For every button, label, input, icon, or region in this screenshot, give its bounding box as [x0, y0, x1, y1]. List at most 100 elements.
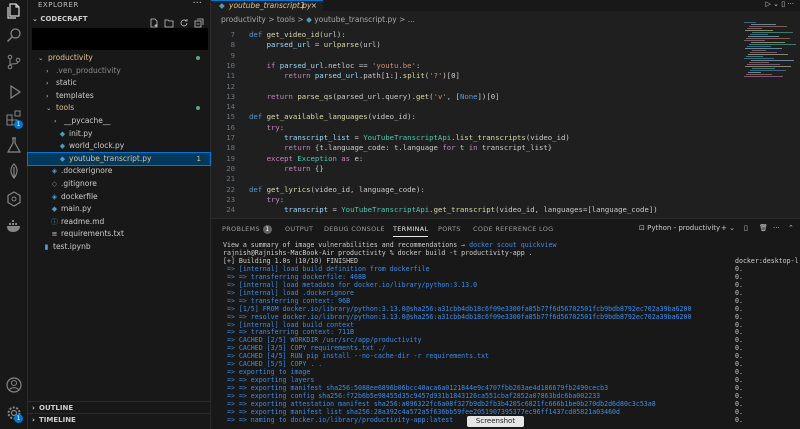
- minimap-line: [748, 72, 761, 73]
- code-token: {t.language_code: t.language: [314, 143, 443, 153]
- tree-file[interactable]: ⓘ readme.md: [28, 216, 210, 228]
- minimap-line: [748, 54, 788, 55]
- terminal-right-text: 0.: [735, 376, 743, 385]
- minimap[interactable]: [744, 22, 796, 82]
- terminal-right-text: 0.: [735, 407, 743, 416]
- workspace-name: CODECRAFT: [40, 15, 88, 23]
- tree-folder[interactable]: ⌄ tools: [28, 102, 210, 114]
- new-file-icon[interactable]: [149, 13, 159, 28]
- testing-flask-icon[interactable]: [6, 137, 22, 153]
- panel-tab[interactable]: TERMINAL: [393, 225, 429, 237]
- split-editor-icon[interactable]: ▯: [781, 0, 785, 8]
- terminal-output[interactable]: View a summary of image vulnerabilities …: [223, 241, 798, 426]
- panel-tab[interactable]: DEBUG CONSOLE: [324, 225, 385, 233]
- source-control-icon[interactable]: [6, 54, 22, 70]
- terminal-right-text: 0.: [735, 336, 743, 345]
- tree-item-label: .ven_productivity: [56, 65, 121, 75]
- new-folder-icon[interactable]: [164, 13, 174, 28]
- tree-file[interactable]: ◈ .dockerignore: [28, 165, 210, 177]
- trash-icon[interactable]: 🗑: [759, 224, 768, 232]
- account-icon[interactable]: [6, 377, 22, 393]
- split-terminal-icon[interactable]: ▯: [744, 224, 748, 232]
- terminal-link[interactable]: docker scout quickview: [469, 241, 556, 249]
- panel-tab[interactable]: PROBLEMS 1: [222, 225, 272, 234]
- python-file-icon: ◆: [219, 1, 225, 10]
- code-token: :: [279, 122, 285, 132]
- tree-file[interactable]: ◆ init.py: [28, 128, 210, 140]
- code-editor[interactable]: 7 def get_video_id(url): 8 parsed_url = ur…: [211, 30, 741, 218]
- terminal-selector[interactable]: ⊡ Python - productivity: [639, 224, 720, 232]
- docker-whale-icon[interactable]: [6, 218, 22, 234]
- editor-actions: ▷ ⌄ ▯ ···: [765, 0, 794, 8]
- timeline-label: TIMELINE: [39, 416, 76, 424]
- line-number: 9: [230, 50, 235, 60]
- tree-folder[interactable]: › __pycache__: [28, 115, 210, 127]
- breadcrumb-item[interactable]: productivity: [221, 15, 266, 24]
- code-token: 'v': [433, 91, 447, 101]
- terminal-text: => => exporting manifest sha256:5088ee68…: [223, 384, 609, 393]
- breadcrumb-item[interactable]: youtube_transcript.py: [314, 15, 396, 24]
- tree-folder[interactable]: › templates: [28, 90, 210, 102]
- tree-file[interactable]: ◈ dockerfile: [28, 191, 210, 203]
- tab-label: youtube_transcript.py: [229, 1, 312, 10]
- code-token: =: [350, 133, 364, 142]
- panel-tab[interactable]: OUTPUT: [285, 225, 313, 233]
- code-token: transcript_list}: [481, 143, 553, 153]
- tab-youtube-transcript[interactable]: ◆ youtube_transcript.py 1 ×: [211, 0, 323, 11]
- chevron-down-icon[interactable]: ⌄: [773, 0, 779, 8]
- tree-file[interactable]: ▮ test.ipynb: [28, 241, 210, 253]
- outline-section[interactable]: › OUTLINE: [28, 401, 210, 413]
- tree-file[interactable]: ≡ requirements.txt: [28, 228, 210, 240]
- terminal-text: => => naming to docker.io/library/produc…: [223, 415, 454, 424]
- panel-tab[interactable]: CODE REFERENCE LOG: [473, 225, 553, 233]
- new-terminal-icon[interactable]: + ⌄: [721, 224, 735, 232]
- run-debug-icon[interactable]: [6, 84, 22, 100]
- terminal-text: => => transferring context: 711B: [223, 328, 355, 337]
- tree-file[interactable]: ◆ youtube_transcript.py 1: [27, 151, 211, 166]
- panel-tab[interactable]: PORTS: [438, 225, 461, 233]
- explorer-files-icon[interactable]: [6, 3, 22, 19]
- chevron-up-icon[interactable]: ⌃: [788, 224, 794, 232]
- workspace-section-header[interactable]: ⌄ CODECRAFT: [32, 15, 88, 23]
- tree-file[interactable]: ◆ world_clock.py: [28, 140, 210, 152]
- terminal-line: => => exporting manifest list sha256:28a…: [223, 407, 743, 416]
- more-actions-icon[interactable]: ···: [787, 0, 794, 8]
- editor-tabbar: ◆ youtube_transcript.py 1 × ▷ ⌄ ▯ ···: [211, 0, 800, 11]
- timeline-section[interactable]: › TIMELINE: [28, 413, 210, 425]
- close-icon[interactable]: ×: [311, 1, 317, 10]
- terminal-text: => => exporting manifest list sha256:28a…: [223, 407, 620, 416]
- minimap-line: [744, 22, 756, 23]
- tree-item-label: requirements.txt: [61, 229, 124, 239]
- tree-folder[interactable]: ⌄ productivity: [28, 52, 210, 64]
- tree-file[interactable]: ◆ main.py: [28, 203, 210, 215]
- code-text: def get_video_id(url):: [249, 30, 346, 40]
- code-text: def get_available_languages(video_id):: [249, 112, 416, 122]
- panel-tab-label: OUTPUT: [285, 225, 314, 233]
- py-file-icon: ◆: [51, 205, 58, 214]
- tree-file[interactable]: ◇ .gitignore: [28, 178, 210, 190]
- breadcrumb-item[interactable]: tools: [277, 15, 295, 24]
- code-token: get: [415, 91, 430, 101]
- tree-folder[interactable]: › .ven_productivity: [28, 65, 210, 77]
- run-python-icon[interactable]: ▷: [765, 0, 770, 8]
- remote-explorer-icon[interactable]: [6, 191, 22, 207]
- leaf-icon[interactable]: [6, 163, 22, 179]
- code-token: return: [284, 143, 315, 153]
- more-actions-icon[interactable]: ···: [773, 224, 780, 232]
- more-actions-icon[interactable]: ···: [192, 0, 202, 9]
- breadcrumb-item[interactable]: ...: [408, 15, 415, 24]
- refresh-icon[interactable]: [179, 13, 189, 27]
- minimap-line: [750, 70, 786, 71]
- collapse-all-icon[interactable]: [194, 13, 204, 28]
- search-icon[interactable]: [6, 27, 22, 43]
- tree-folder[interactable]: › static: [28, 77, 210, 89]
- terminal-line: => CACHED [4/5] RUN pip install --no-cac…: [223, 352, 743, 360]
- code-token: =: [328, 205, 342, 215]
- code-text: return {t.language_code: t.language for …: [249, 143, 552, 153]
